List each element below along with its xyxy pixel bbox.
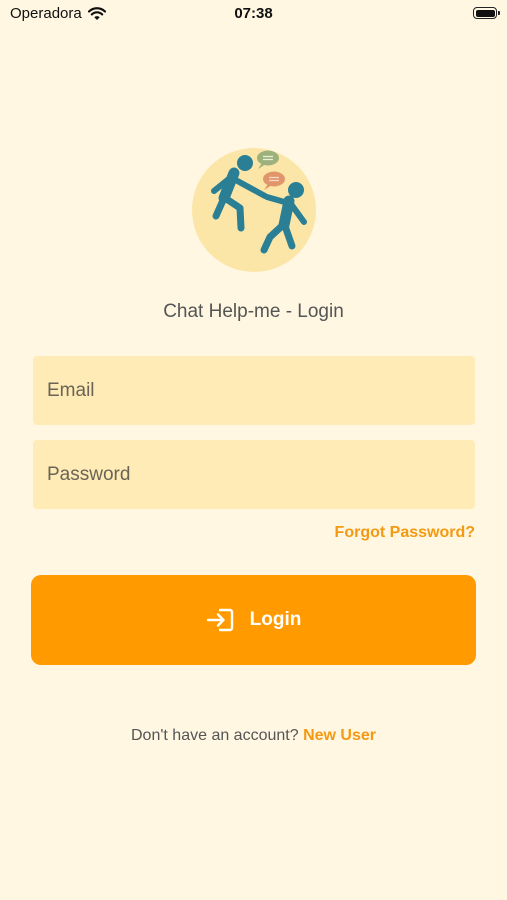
- login-button[interactable]: Login: [31, 575, 476, 665]
- battery-icon: [473, 7, 500, 19]
- login-button-label: Login: [249, 609, 302, 630]
- status-time: 07:38: [234, 5, 273, 22]
- signup-row: Don't have an account? New User: [0, 727, 507, 745]
- email-field[interactable]: [33, 356, 475, 425]
- status-bar: Operadora 07:38: [0, 0, 507, 30]
- new-user-link[interactable]: New User: [303, 727, 376, 744]
- page-title: Chat Help-me - Login: [163, 301, 344, 322]
- password-field[interactable]: [33, 440, 475, 509]
- forgot-password-link[interactable]: Forgot Password?: [335, 524, 475, 542]
- login-icon: [206, 608, 233, 632]
- battery-level: [475, 9, 495, 17]
- signup-prompt: Don't have an account?: [131, 727, 299, 744]
- app-logo: [192, 148, 316, 272]
